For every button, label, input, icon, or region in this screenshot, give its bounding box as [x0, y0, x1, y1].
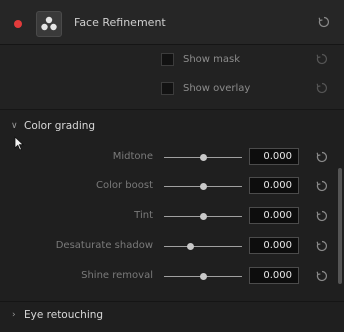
shine-removal-value-input[interactable]: 0.000 — [249, 267, 299, 284]
node-title: Face Refinement — [74, 16, 166, 29]
param-label-shine-removal: Shine removal — [81, 270, 153, 281]
tint-value-input[interactable]: 0.000 — [249, 207, 299, 224]
color-boost-value-input[interactable]: 0.000 — [249, 177, 299, 194]
color-boost-reset-icon[interactable] — [316, 180, 328, 192]
header-reset-icon[interactable] — [318, 16, 330, 28]
show-overlay-reset-icon[interactable] — [316, 82, 328, 94]
desaturate-shadow-reset-icon[interactable] — [316, 240, 328, 252]
shine-removal-slider-knob[interactable] — [200, 273, 207, 280]
section-eye-retouching[interactable]: Eye retouching — [24, 309, 103, 321]
show-overlay-checkbox[interactable] — [161, 82, 174, 95]
section-color-grading[interactable]: Color grading — [24, 120, 95, 132]
tint-slider-knob[interactable] — [200, 213, 207, 220]
color-boost-slider-knob[interactable] — [200, 183, 207, 190]
tint-reset-icon[interactable] — [316, 210, 328, 222]
desaturate-shadow-slider-knob[interactable] — [187, 243, 194, 250]
node-type-icon[interactable] — [36, 11, 62, 37]
midtone-slider-knob[interactable] — [200, 154, 207, 161]
show-mask-reset-icon[interactable] — [316, 53, 328, 65]
show-mask-label: Show mask — [183, 54, 241, 65]
mouse-cursor-icon — [14, 136, 26, 152]
scrollbar-thumb[interactable] — [338, 168, 342, 284]
shine-removal-reset-icon[interactable] — [316, 270, 328, 282]
chevron-right-icon[interactable]: › — [12, 310, 16, 320]
show-mask-checkbox[interactable] — [161, 53, 174, 66]
desaturate-shadow-value-input[interactable]: 0.000 — [249, 237, 299, 254]
param-label-desaturate-shadow: Desaturate shadow — [55, 240, 153, 251]
section-divider — [0, 301, 344, 302]
param-label-tint: Tint — [134, 210, 153, 221]
midtone-reset-icon[interactable] — [316, 151, 328, 163]
midtone-value-input[interactable]: 0.000 — [249, 148, 299, 165]
show-overlay-label: Show overlay — [183, 83, 251, 94]
desaturate-shadow-slider-track[interactable] — [164, 246, 242, 247]
param-label-midtone: Midtone — [112, 151, 153, 162]
node-enable-dot-icon[interactable] — [14, 20, 22, 28]
param-label-color-boost: Color boost — [95, 180, 153, 191]
chevron-down-icon[interactable]: ∨ — [11, 121, 18, 131]
